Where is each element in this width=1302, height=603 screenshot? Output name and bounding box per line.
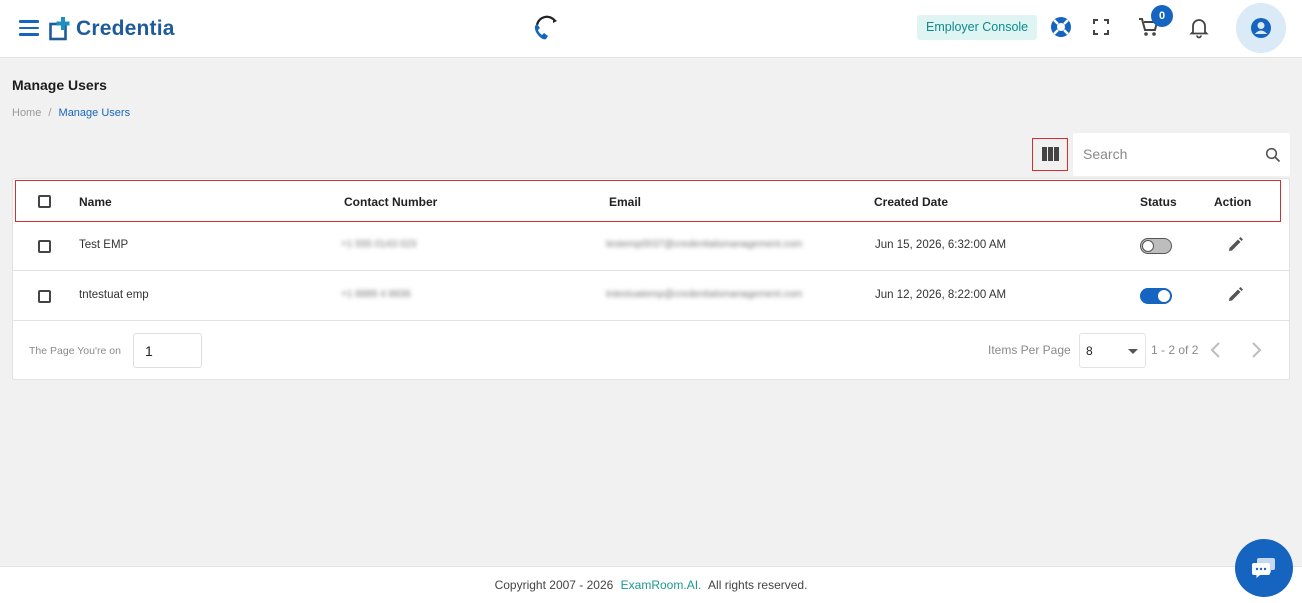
cell-created-date: Jun 12, 2026, 8:22:00 AM <box>875 289 1007 301</box>
column-header-name[interactable]: Name <box>79 195 112 209</box>
search-icon[interactable] <box>1265 147 1281 163</box>
logo-mark-icon <box>49 17 70 41</box>
cell-contact: +1 555 0143 023 <box>341 239 417 250</box>
page-number-label: The Page You're on <box>29 345 121 357</box>
table-header-row: Name Contact Number Email Created Date S… <box>15 180 1281 222</box>
top-header: Credentia Employer Console 0 <box>0 0 1302 58</box>
brand-name: Credentia <box>76 17 175 40</box>
row-checkbox[interactable] <box>38 290 51 303</box>
live-chat-button[interactable] <box>1235 539 1293 597</box>
cell-name: tntestuat emp <box>79 289 149 301</box>
cart-count-badge: 0 <box>1151 5 1173 27</box>
credentia-logo[interactable]: Credentia <box>49 15 175 43</box>
fullscreen-icon[interactable] <box>1089 15 1113 39</box>
user-avatar[interactable] <box>1236 3 1286 53</box>
edit-pencil-icon[interactable] <box>1226 236 1244 254</box>
status-toggle[interactable] <box>1140 238 1172 254</box>
page-footer: Copyright 2007 - 2026 ExamRoom.AI. All r… <box>0 566 1302 603</box>
page-range-label: 1 - 2 of 2 <box>1151 343 1199 357</box>
breadcrumb-current[interactable]: Manage Users <box>59 107 131 119</box>
employer-console-button[interactable]: Employer Console <box>917 15 1038 40</box>
breadcrumb: Home / Manage Users <box>12 107 130 119</box>
row-checkbox[interactable] <box>38 240 51 253</box>
center-logo-icon <box>534 15 557 40</box>
breadcrumb-home[interactable]: Home <box>12 107 41 119</box>
column-header-action: Action <box>1214 195 1252 209</box>
column-header-email[interactable]: Email <box>609 195 641 209</box>
page-number-input[interactable] <box>133 333 202 368</box>
hamburger-menu-icon[interactable] <box>19 20 39 36</box>
select-all-checkbox[interactable] <box>38 195 51 208</box>
column-header-created-date[interactable]: Created Date <box>874 195 948 209</box>
edit-pencil-icon[interactable] <box>1226 286 1244 304</box>
column-header-status[interactable]: Status <box>1140 195 1177 209</box>
search-input[interactable] <box>1083 144 1253 164</box>
cell-email: testemp0037@credentialsmanagement.com <box>606 239 803 250</box>
status-toggle[interactable] <box>1140 288 1172 304</box>
view-columns-icon <box>1042 147 1059 161</box>
column-chooser-button[interactable] <box>1032 138 1068 171</box>
cell-created-date: Jun 15, 2026, 6:32:00 AM <box>875 239 1007 251</box>
footer-copyright: Copyright 2007 - 2026 <box>494 578 614 592</box>
cell-email: tntestuatemp@credentialsmanagement.com <box>606 289 803 300</box>
breadcrumb-separator: / <box>48 107 52 119</box>
user-account-icon <box>1251 18 1271 38</box>
cell-contact: +1 8889 4 8836 <box>341 289 411 300</box>
support-lifebuoy-icon[interactable] <box>1049 15 1073 39</box>
notification-bell-icon[interactable] <box>1187 15 1211 39</box>
users-table: Name Contact Number Email Created Date S… <box>12 178 1290 380</box>
dropdown-caret-icon <box>1128 349 1138 354</box>
search-box <box>1073 133 1290 176</box>
column-header-contact[interactable]: Contact Number <box>344 195 437 209</box>
next-page-icon[interactable] <box>1246 339 1266 361</box>
page-title: Manage Users <box>12 77 107 93</box>
items-per-page-select[interactable]: 8 <box>1079 333 1146 368</box>
footer-rights: All rights reserved. <box>708 578 808 592</box>
previous-page-icon[interactable] <box>1206 339 1226 361</box>
cell-name: Test EMP <box>79 239 129 251</box>
table-row: tntestuat emp +1 8889 4 8836 tntestuatem… <box>13 271 1289 321</box>
footer-brand-link[interactable]: ExamRoom.AI. <box>621 578 702 592</box>
table-row: Test EMP +1 555 0143 023 testemp0037@cre… <box>13 221 1289 271</box>
items-per-page-value: 8 <box>1086 344 1093 358</box>
items-per-page-label: Items Per Page <box>988 343 1071 357</box>
chat-bubble-icon <box>1252 558 1275 578</box>
